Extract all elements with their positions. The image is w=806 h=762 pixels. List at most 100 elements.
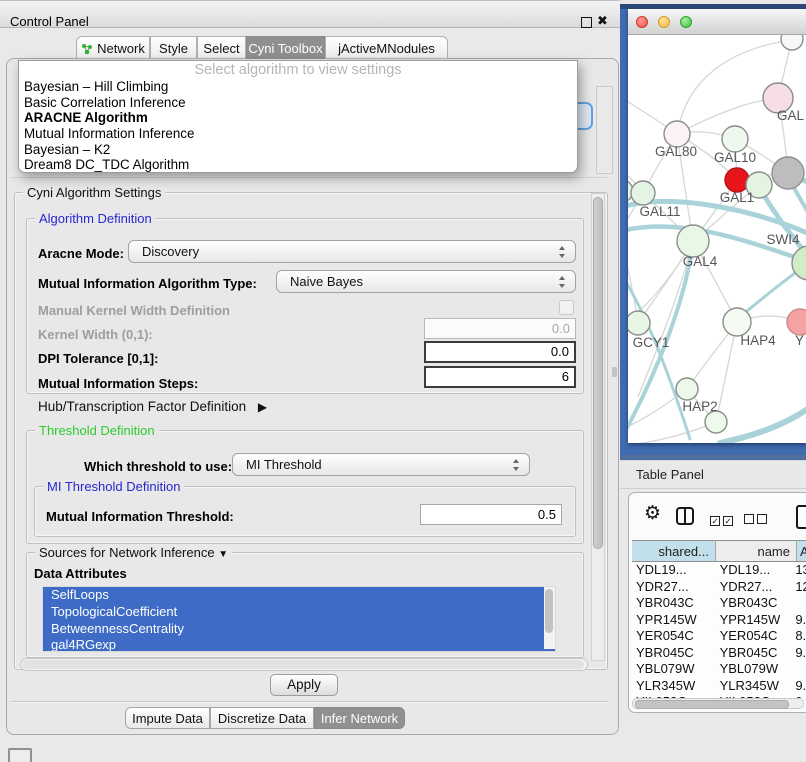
which-threshold-value: MI Threshold [246, 457, 322, 472]
network-node[interactable] [628, 311, 650, 335]
which-threshold-select[interactable]: MI Threshold [232, 453, 530, 476]
close-icon[interactable]: ✖ [597, 13, 608, 29]
tab-infer-network[interactable]: Infer Network [314, 707, 405, 729]
dropdown-item[interactable]: Bayesian – Hill Climbing [19, 79, 577, 95]
tab-jactivemnodules[interactable]: jActiveMNodules [325, 36, 448, 59]
cell-shared-name: YBR045C [632, 645, 714, 662]
data-attributes-list[interactable]: SelfLoops TopologicalCoefficient Between… [42, 586, 556, 652]
mi-type-select[interactable]: Naive Bayes [276, 270, 576, 293]
collapsed-arrow-icon: ▶ [258, 400, 267, 414]
network-node[interactable] [725, 168, 749, 192]
hub-section-label: Hub/Transcription Factor Definition [38, 399, 246, 414]
settings-hscrollbar-thumb[interactable] [22, 660, 584, 669]
mi-steps-field[interactable]: 6 [424, 366, 576, 388]
close-traffic-light-icon[interactable] [636, 16, 648, 28]
cell-shared-name: YBL079W [632, 661, 714, 678]
network-canvas: GALGAL80GAL10GAL1GAL11SWI4GAL4GCY1HAP4YH… [628, 35, 806, 443]
apply-button[interactable]: Apply [270, 674, 338, 696]
tab-select[interactable]: Select [197, 36, 246, 59]
network-node[interactable] [787, 309, 806, 335]
cell-name: YBR045C [714, 645, 793, 662]
aracne-mode-label: Aracne Mode: [38, 246, 124, 261]
column-header-partial[interactable]: A [797, 540, 806, 562]
tab-style[interactable]: Style [150, 36, 197, 59]
settings-scrollbar[interactable] [591, 193, 605, 661]
select-all-checkboxes-icon[interactable]: ✓✓ [710, 512, 736, 527]
table-hscrollbar-thumb[interactable] [635, 700, 789, 709]
tab-label: Select [203, 41, 239, 56]
network-edge[interactable] [628, 422, 716, 443]
network-node-label: GCY1 [633, 335, 670, 350]
minimize-traffic-light-icon[interactable] [658, 16, 670, 28]
cell-name: YBL079W [714, 661, 793, 678]
table-hscrollbar[interactable] [632, 698, 804, 709]
network-node[interactable] [723, 308, 751, 336]
network-node[interactable] [677, 225, 709, 257]
mi-threshold-field[interactable]: 0.5 [420, 504, 562, 525]
table-row[interactable]: YDL19... YDL19... 13 [632, 562, 806, 579]
dropdown-item[interactable]: ARACNE Algorithm [19, 110, 577, 126]
attributes-scrollbar-thumb[interactable] [545, 589, 553, 633]
kernel-width-field[interactable]: 0.0 [424, 318, 576, 339]
network-node[interactable] [781, 35, 803, 50]
attributes-scrollbar[interactable] [544, 587, 555, 649]
tab-cyni-toolbox[interactable]: Cyni Toolbox [246, 36, 325, 59]
tab-network[interactable]: Network [76, 36, 150, 59]
table-row[interactable]: YDR27... YDR27... 12 [632, 579, 806, 596]
aracne-mode-select[interactable]: Discovery [128, 240, 576, 263]
splitter-handle[interactable] [612, 367, 617, 377]
network-node-label: GAL10 [714, 150, 756, 165]
tab-label: Discretize Data [218, 711, 306, 726]
attribute-item-selected[interactable]: SelfLoops [43, 587, 555, 604]
hub-section-toggle[interactable]: Hub/Transcription Factor Definition ▶ [38, 399, 267, 414]
table-row[interactable]: YER054C YER054C 8. [632, 628, 806, 645]
split-view-icon[interactable] [676, 507, 694, 525]
dropdown-item[interactable]: Bayesian – K2 [19, 142, 577, 158]
gear-icon[interactable]: ⚙ [644, 503, 661, 525]
attribute-item-selected[interactable]: gal4RGexp [43, 637, 555, 652]
network-node[interactable] [676, 378, 698, 400]
dropdown-item[interactable]: Basic Correlation Inference [19, 95, 577, 111]
dpi-tolerance-field[interactable]: 0.0 [424, 341, 576, 363]
table-row[interactable]: YBR043C YBR043C [632, 595, 806, 612]
column-header-name[interactable]: name [716, 540, 797, 562]
tab-impute-data[interactable]: Impute Data [125, 707, 210, 729]
network-node[interactable] [772, 157, 804, 189]
table-row[interactable]: YBR045C YBR045C 9. [632, 645, 806, 662]
sources-group-title[interactable]: Sources for Network Inference ▼ [35, 545, 232, 562]
tab-discretize-data[interactable]: Discretize Data [210, 707, 314, 729]
tab-label: jActiveMNodules [338, 41, 435, 56]
dropdown-prompt: Select algorithm to view settings [19, 61, 577, 79]
network-window-titlebar[interactable] [628, 9, 806, 35]
settings-hscrollbar[interactable] [20, 658, 588, 671]
network-node[interactable] [631, 181, 655, 205]
attribute-item-selected[interactable]: BetweennessCentrality [43, 621, 555, 638]
table-rows: YDL19... YDL19... 13 YDR27... YDR27... 1… [632, 562, 806, 698]
network-node[interactable] [722, 126, 748, 152]
dropdown-item[interactable]: Mutual Information Inference [19, 126, 577, 142]
data-attributes-label: Data Attributes [34, 566, 127, 581]
network-canvas-wrap[interactable]: GALGAL80GAL10GAL1GAL11SWI4GAL4GCY1HAP4YH… [628, 35, 806, 443]
attribute-item-selected[interactable]: TopologicalCoefficient [43, 604, 555, 621]
column-header-shared-name[interactable]: shared... [632, 540, 716, 562]
settings-scrollbar-thumb[interactable] [593, 197, 603, 549]
network-window[interactable]: GALGAL80GAL10GAL1GAL11SWI4GAL4GCY1HAP4YH… [620, 4, 806, 460]
manual-kernel-checkbox[interactable] [559, 300, 574, 315]
mi-type-value: Naive Bayes [290, 274, 363, 289]
network-node-label: SWI4 [766, 232, 799, 247]
table-row[interactable]: YBL079W YBL079W [632, 661, 806, 678]
table-row[interactable]: YLR345W YLR345W 9. [632, 678, 806, 695]
table-panel-title: Table Panel [636, 467, 704, 482]
control-panel-titlebar[interactable]: Control Panel ✖ [0, 0, 620, 28]
network-node-label: GAL [777, 108, 805, 123]
dropdown-item[interactable]: Dream8 DC_TDC Algorithm [19, 157, 577, 173]
document-icon[interactable] [796, 505, 806, 529]
network-edge-highlighted[interactable] [720, 403, 806, 443]
tab-label: Infer Network [321, 711, 398, 726]
zoom-traffic-light-icon[interactable] [680, 16, 692, 28]
table-row[interactable]: YPR145W YPR145W 9. [632, 612, 806, 629]
network-node[interactable] [705, 411, 727, 433]
deselect-all-checkboxes-icon[interactable] [744, 512, 770, 527]
minimized-panel-icon[interactable] [8, 748, 32, 762]
float-window-icon[interactable] [581, 17, 592, 28]
